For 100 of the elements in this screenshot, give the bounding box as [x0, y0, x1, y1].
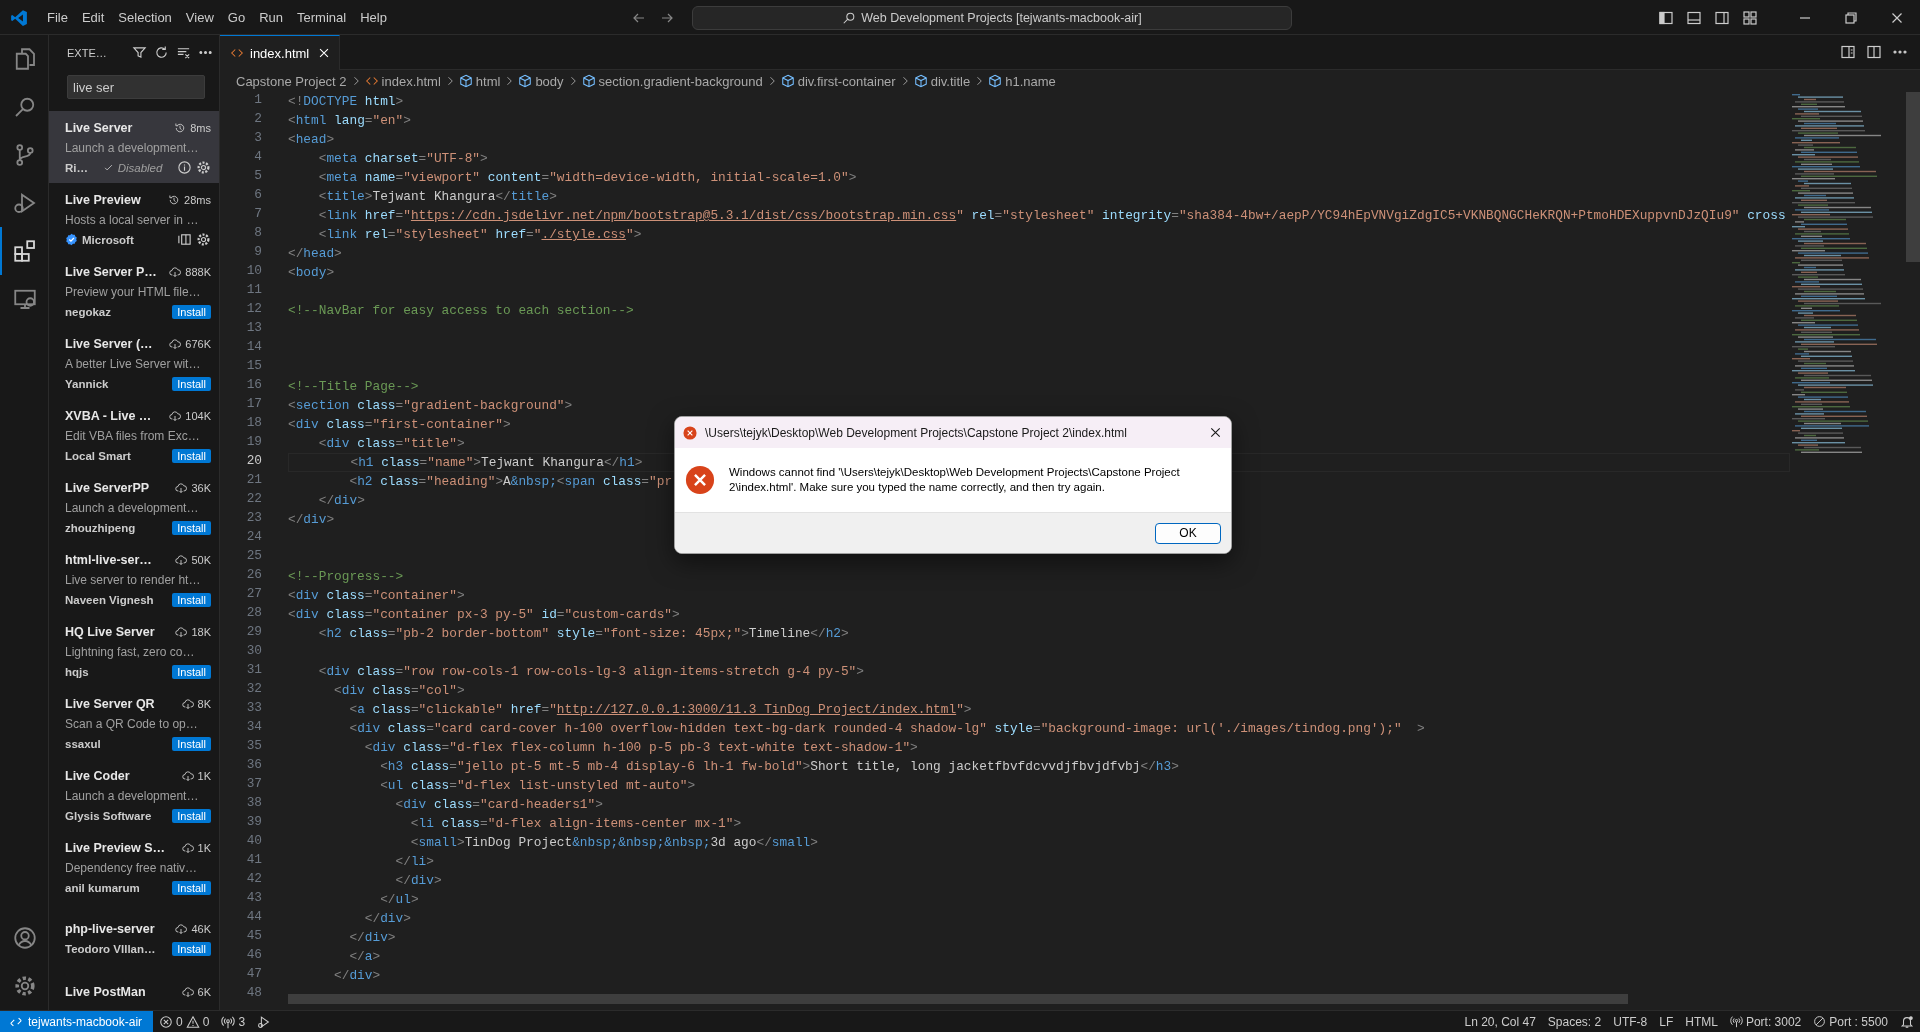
menu-item[interactable]: Selection [111, 7, 179, 28]
status-item[interactable]: HTML [1685, 1014, 1718, 1029]
run-debug-icon[interactable] [13, 191, 37, 215]
extension-item[interactable]: Live Server QR 8K Scan a QR Code to op… ssaxul Install [49, 687, 219, 759]
remote-indicator[interactable]: tejwants-macbook-air [0, 1011, 153, 1032]
install-button[interactable]: Install [172, 880, 211, 895]
settings-icon[interactable] [13, 974, 37, 998]
extension-item[interactable]: Live ServerPP 36K Launch a development… zhouzhipeng Install [49, 471, 219, 543]
extensions-icon[interactable] [13, 239, 37, 263]
extension-item[interactable]: Live Preview S… 1K Dependency free nativ… anil kumarum Install [49, 831, 219, 903]
check-icon [102, 162, 114, 173]
extension-item[interactable]: html-live-ser… 50K Live server to render ht… Naveen Vignesh Install [49, 543, 219, 615]
preview-icon[interactable] [1840, 44, 1856, 60]
extension-item[interactable]: HQ Live Server 18K Lightning fast, zero co… hqjs Install [49, 615, 219, 687]
line-number: 39 [245, 814, 262, 831]
extension-item[interactable]: Live PostMan 6K [49, 975, 219, 1010]
extension-item[interactable]: Live Coder 1K Launch a development… Glysis Software Install [49, 759, 219, 831]
info-icon[interactable] [177, 160, 192, 175]
extension-item[interactable]: Live Server P… 888K Preview your HTML file… negokaz Install [49, 255, 219, 327]
status-item[interactable]: LF [1659, 1014, 1674, 1029]
status-item[interactable]: Port : 5500 [1829, 1014, 1888, 1029]
breadcrumb-item[interactable]: h1.name [1005, 73, 1056, 89]
search-icon[interactable] [13, 95, 37, 119]
panel-toggle-icon[interactable] [1686, 9, 1702, 26]
menu-item[interactable]: File [40, 7, 75, 28]
clock-icon [174, 121, 187, 134]
code-line: <h3 class="jello pt-5 mt-5 mb-4 display-6 lh-1 fw-bold">Short title, long jacketfbvfdcvvdjfbvjdfvbj</h3> [379, 758, 1179, 776]
code-line: </div> [363, 910, 411, 928]
install-button[interactable]: Install [172, 448, 211, 463]
gear-icon[interactable] [196, 160, 211, 175]
cube-icon [988, 74, 1003, 88]
editor-tab[interactable]: index.html [220, 35, 340, 70]
scrollbar-thumb[interactable] [1906, 92, 1920, 262]
extension-item[interactable]: php-live-server 46K Teodoro VIllan… Install [49, 903, 219, 975]
install-button[interactable]: Install [172, 592, 211, 607]
code-line: </div> [288, 511, 335, 529]
code-line: <head> [288, 131, 335, 149]
extension-name: Live ServerPP [65, 480, 150, 495]
line-number: 44 [245, 909, 262, 926]
close-icon[interactable] [317, 46, 331, 60]
code-line: <div class="container"> [288, 587, 465, 605]
files-icon[interactable] [13, 47, 37, 71]
extension-stat: 8K [197, 697, 211, 710]
panel-icon[interactable] [177, 232, 192, 247]
remote-explorer-icon[interactable] [13, 287, 37, 311]
source-control-icon[interactable] [13, 143, 37, 167]
install-button[interactable]: Install [172, 376, 211, 391]
breadcrumb-item[interactable]: div.title [930, 73, 971, 89]
menu-item[interactable]: Help [353, 7, 394, 28]
restore-icon[interactable] [1843, 9, 1859, 26]
extension-item[interactable]: XVBA - Live … 104K Edit VBA files from Exc… Local Smart Install [49, 399, 219, 471]
debug-icon[interactable] [257, 1014, 272, 1029]
filter-icon[interactable] [132, 45, 147, 60]
menu-item[interactable]: Run [252, 7, 290, 28]
ok-button[interactable]: OK [1155, 522, 1221, 544]
extension-item[interactable]: Live Preview 28ms Hosts a local server in … Microsoft [49, 183, 219, 255]
clear-results-icon[interactable] [176, 45, 191, 60]
code-line: <!--NavBar for easy access to each section--> [288, 302, 634, 320]
breadcrumb-item[interactable]: body [535, 73, 564, 89]
extension-description: Lightning fast, zero co… [65, 644, 195, 659]
extension-item[interactable]: Live Server 8ms Launch a development… Ri… Disabled [49, 111, 219, 183]
gear-icon[interactable] [196, 232, 211, 247]
extension-publisher: zhouzhipeng [65, 521, 136, 534]
install-button[interactable]: Install [172, 808, 211, 823]
download-icon [181, 985, 194, 998]
refresh-icon[interactable] [154, 45, 169, 60]
download-icon [181, 841, 194, 854]
code-line: <h2 class="pb-2 border-bottom" style="font-size: 45px;">Timeline</h2> [317, 625, 849, 643]
line-number: 4 [253, 149, 262, 166]
install-button[interactable]: Install [172, 664, 211, 679]
menu-item[interactable]: Go [220, 7, 253, 28]
close-icon[interactable] [1208, 425, 1223, 440]
line-number: 43 [245, 890, 262, 907]
layout-grid-icon[interactable] [1742, 9, 1758, 26]
install-button[interactable]: Install [172, 736, 211, 751]
breadcrumb-item[interactable]: Capstone Project 2 [236, 73, 347, 89]
menu-item[interactable]: Edit [74, 7, 112, 28]
bell-icon[interactable] [1900, 1014, 1914, 1029]
status-item[interactable]: Spaces: 2 [1547, 1014, 1602, 1029]
status-item[interactable]: Port: 3002 [1745, 1014, 1802, 1029]
split-editor-icon[interactable] [1866, 44, 1882, 60]
status-item[interactable]: UTF-8 [1613, 1014, 1648, 1029]
sidebar-toggle-icon[interactable] [1658, 9, 1674, 26]
command-center[interactable]: Web Development Projects [tejwants-macbook-air] [692, 5, 1292, 30]
status-item[interactable]: Ln 20, Col 47 [1464, 1014, 1536, 1029]
breadcrumb-item[interactable]: div.first-container [797, 73, 896, 89]
menu-item[interactable]: View [178, 7, 221, 28]
line-number: 32 [245, 681, 262, 698]
install-button[interactable]: Install [172, 304, 211, 319]
scrollbar-thumb[interactable] [288, 994, 1628, 1004]
breadcrumb-item[interactable]: section.gradient-background [598, 73, 763, 89]
secondary-sidebar-icon[interactable] [1714, 9, 1730, 26]
menu-item[interactable]: Terminal [290, 7, 354, 28]
extension-item[interactable]: Live Server (… 676K A better Live Server wit… Yannick Install [49, 327, 219, 399]
breadcrumb-item[interactable]: html [475, 73, 501, 89]
install-button[interactable]: Install [172, 520, 211, 535]
install-button[interactable]: Install [172, 942, 211, 956]
breadcrumb-item[interactable]: index.html [381, 73, 441, 89]
search-field[interactable]: live ser [67, 75, 205, 99]
account-icon[interactable] [13, 926, 37, 950]
